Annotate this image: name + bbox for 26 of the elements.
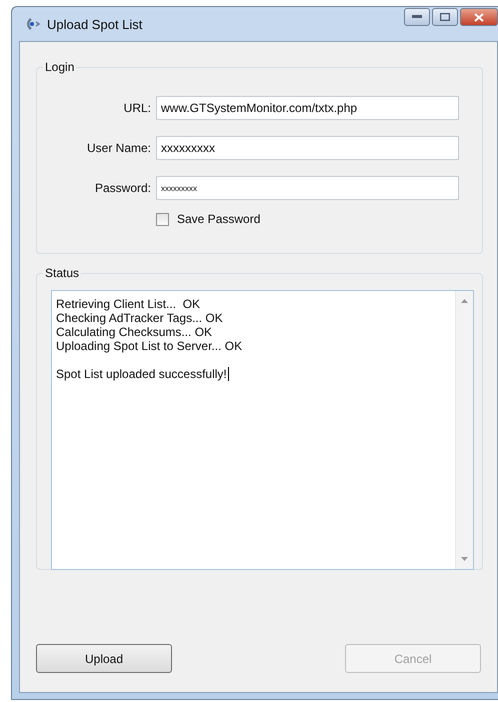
field-label: URL: [124,101,151,115]
minimize-icon [412,15,422,19]
maximize-icon [440,13,450,21]
checkbox[interactable] [156,212,169,226]
input-field[interactable]: www.GTSystemMonitor.com/txtx.php [156,96,459,120]
scrollbar[interactable] [455,291,473,569]
log-line: Checking AdTracker Tags... OK [56,311,223,325]
upload-button[interactable]: Upload [36,644,172,673]
scroll-down-icon [461,557,468,561]
checkbox-label: Save Password [177,212,260,226]
group-title: Status [44,266,80,280]
scroll-up-icon [461,299,468,303]
close-button[interactable] [460,8,498,26]
close-icon [474,12,484,22]
field-label: User Name: [86,141,151,155]
log-line: Calculating Checksums... OK [56,325,212,339]
input-field[interactable]: xxxxxxxxx [156,136,459,160]
maximize-button[interactable] [432,8,458,26]
log-line: Retrieving Client List... OK [56,297,200,311]
result-message: Spot List uploaded successfully! [56,367,227,381]
minimize-button[interactable] [404,8,430,26]
log-line: Uploading Spot List to Server... OK [56,339,242,353]
group-title: Login [44,60,76,74]
window-title: Upload Spot List [47,16,144,32]
field-label: Password: [94,181,151,195]
password-field[interactable]: xxxxxxxxx [156,176,459,200]
